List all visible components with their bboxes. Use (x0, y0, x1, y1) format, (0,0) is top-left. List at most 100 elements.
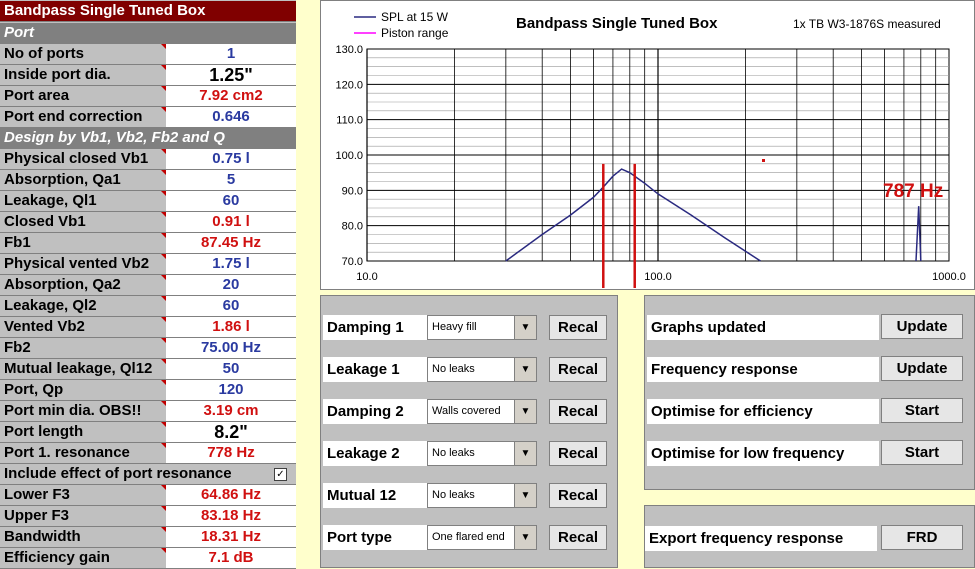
param-value[interactable]: 75.00 Hz (166, 338, 296, 358)
recal-button[interactable]: Recal (549, 483, 607, 508)
marker-dot (762, 159, 765, 162)
recal-button[interactable]: Recal (549, 399, 607, 424)
param-value[interactable]: 1.25" (166, 65, 296, 85)
control-row: Leakage 2 No leaks ▼ Recal (323, 441, 617, 466)
param-value[interactable]: 87.45 Hz (166, 233, 296, 253)
legend-spl-label: SPL at 15 W (381, 10, 449, 24)
chevron-down-icon[interactable]: ▼ (514, 442, 536, 465)
param-label: Port, Qp (0, 380, 166, 400)
chart-svg: SPL at 15 W Piston range Bandpass Single… (335, 10, 966, 288)
chart-subtitle: 1x TB W3-1876S measured (793, 17, 941, 31)
param-value[interactable]: 0.646 (166, 107, 296, 127)
recal-button[interactable]: Recal (549, 315, 607, 340)
section-port: Port (0, 23, 296, 44)
chevron-down-icon[interactable]: ▼ (514, 484, 536, 507)
param-row: Vented Vb2 1.86 l (0, 317, 296, 338)
action-label: Optimise for low frequency (647, 441, 879, 466)
section-port-text: Port (4, 24, 34, 41)
param-label: Fb2 (0, 338, 166, 358)
chevron-down-icon[interactable]: ▼ (514, 316, 536, 339)
control-row: Port type One flared end ▼ Recal (323, 525, 617, 550)
chevron-down-icon[interactable]: ▼ (514, 400, 536, 423)
param-value[interactable]: 5 (166, 170, 296, 190)
param-value[interactable]: 7.1 dB (166, 548, 296, 568)
param-value[interactable]: 1.86 l (166, 317, 296, 337)
control-label: Damping 1 (323, 315, 427, 340)
param-value[interactable]: 1 (166, 44, 296, 64)
control-select[interactable]: No leaks ▼ (427, 483, 537, 508)
response-graph: SPL at 15 W Piston range Bandpass Single… (320, 0, 975, 290)
chevron-down-icon[interactable]: ▼ (514, 526, 536, 549)
param-label: Absorption, Qa1 (0, 170, 166, 190)
control-row: Leakage 1 No leaks ▼ Recal (323, 357, 617, 382)
param-row: Port 1. resonance 778 Hz (0, 443, 296, 464)
param-value[interactable]: 3.19 cm (166, 401, 296, 421)
include-resonance-checkbox[interactable]: ✓ (274, 468, 287, 481)
control-row: Damping 2 Walls covered ▼ Recal (323, 399, 617, 424)
parameter-panel: Bandpass Single Tuned Box Port No of ports… (0, 0, 296, 569)
param-value[interactable]: 83.18 Hz (166, 506, 296, 526)
param-value[interactable]: 120 (166, 380, 296, 400)
param-label: Port area (0, 86, 166, 106)
control-select[interactable]: Walls covered ▼ (427, 399, 537, 424)
param-row: Absorption, Qa1 5 (0, 170, 296, 191)
param-label: Inside port dia. (0, 65, 166, 85)
param-value[interactable]: 60 (166, 296, 296, 316)
param-value[interactable]: 778 Hz (166, 443, 296, 463)
param-label: Bandwidth (0, 527, 166, 547)
param-row: Port end correction 0.646 (0, 107, 296, 128)
action-button[interactable]: Update (881, 356, 963, 381)
param-value[interactable]: 20 (166, 275, 296, 295)
control-select[interactable]: Heavy fill ▼ (427, 315, 537, 340)
param-row: Physical closed Vb1 0.75 l (0, 149, 296, 170)
action-label: Frequency response (647, 357, 879, 382)
control-label: Damping 2 (323, 399, 427, 424)
export-label: Export frequency response (645, 526, 877, 551)
param-value[interactable]: 7.92 cm2 (166, 86, 296, 106)
include-resonance-row: Include effect of port resonance ✓ (0, 464, 296, 485)
control-row: Damping 1 Heavy fill ▼ Recal (323, 315, 617, 340)
action-label: Optimise for efficiency (647, 399, 879, 424)
param-row: Port area 7.92 cm2 (0, 86, 296, 107)
param-label: Port 1. resonance (0, 443, 166, 463)
include-resonance-label: Include effect of port resonance (4, 465, 232, 482)
param-row: No of ports 1 (0, 44, 296, 65)
param-value[interactable]: 64.86 Hz (166, 485, 296, 505)
x-tick-label: 100.0 (644, 271, 672, 283)
recal-button[interactable]: Recal (549, 357, 607, 382)
frd-export-button[interactable]: FRD (881, 525, 963, 550)
param-value[interactable]: 0.91 l (166, 212, 296, 232)
param-value[interactable]: 8.2" (166, 422, 296, 442)
param-label: Leakage, Ql1 (0, 191, 166, 211)
param-row: Port min dia. OBS!! 3.19 cm (0, 401, 296, 422)
control-select[interactable]: No leaks ▼ (427, 441, 537, 466)
param-value[interactable]: 18.31 Hz (166, 527, 296, 547)
actions-panel: Graphs updated Update Frequency response Up… (644, 295, 975, 490)
param-row: Lower F3 64.86 Hz (0, 485, 296, 506)
param-row: Fb1 87.45 Hz (0, 233, 296, 254)
param-label: Physical closed Vb1 (0, 149, 166, 169)
x-tick-label: 10.0 (356, 271, 377, 283)
param-row: Bandwidth 18.31 Hz (0, 527, 296, 548)
action-button[interactable]: Start (881, 440, 963, 465)
param-label: Closed Vb1 (0, 212, 166, 232)
param-row: Upper F3 83.18 Hz (0, 506, 296, 527)
chevron-down-icon[interactable]: ▼ (514, 358, 536, 381)
recal-button[interactable]: Recal (549, 525, 607, 550)
chart-title: Bandpass Single Tuned Box (516, 15, 718, 32)
param-row: Leakage, Ql2 60 (0, 296, 296, 317)
param-value[interactable]: 1.75 l (166, 254, 296, 274)
param-value[interactable]: 50 (166, 359, 296, 379)
control-label: Leakage 1 (323, 357, 427, 382)
control-select[interactable]: One flared end ▼ (427, 525, 537, 550)
left-title-text: Bandpass Single Tuned Box (4, 2, 206, 19)
param-value[interactable]: 60 (166, 191, 296, 211)
action-button[interactable]: Update (881, 314, 963, 339)
control-select[interactable]: No leaks ▼ (427, 357, 537, 382)
y-tick-label: 120.0 (335, 79, 363, 91)
left-title: Bandpass Single Tuned Box (0, 1, 296, 22)
action-button[interactable]: Start (881, 398, 963, 423)
param-value[interactable]: 0.75 l (166, 149, 296, 169)
recal-button[interactable]: Recal (549, 441, 607, 466)
param-label: Port min dia. OBS!! (0, 401, 166, 421)
